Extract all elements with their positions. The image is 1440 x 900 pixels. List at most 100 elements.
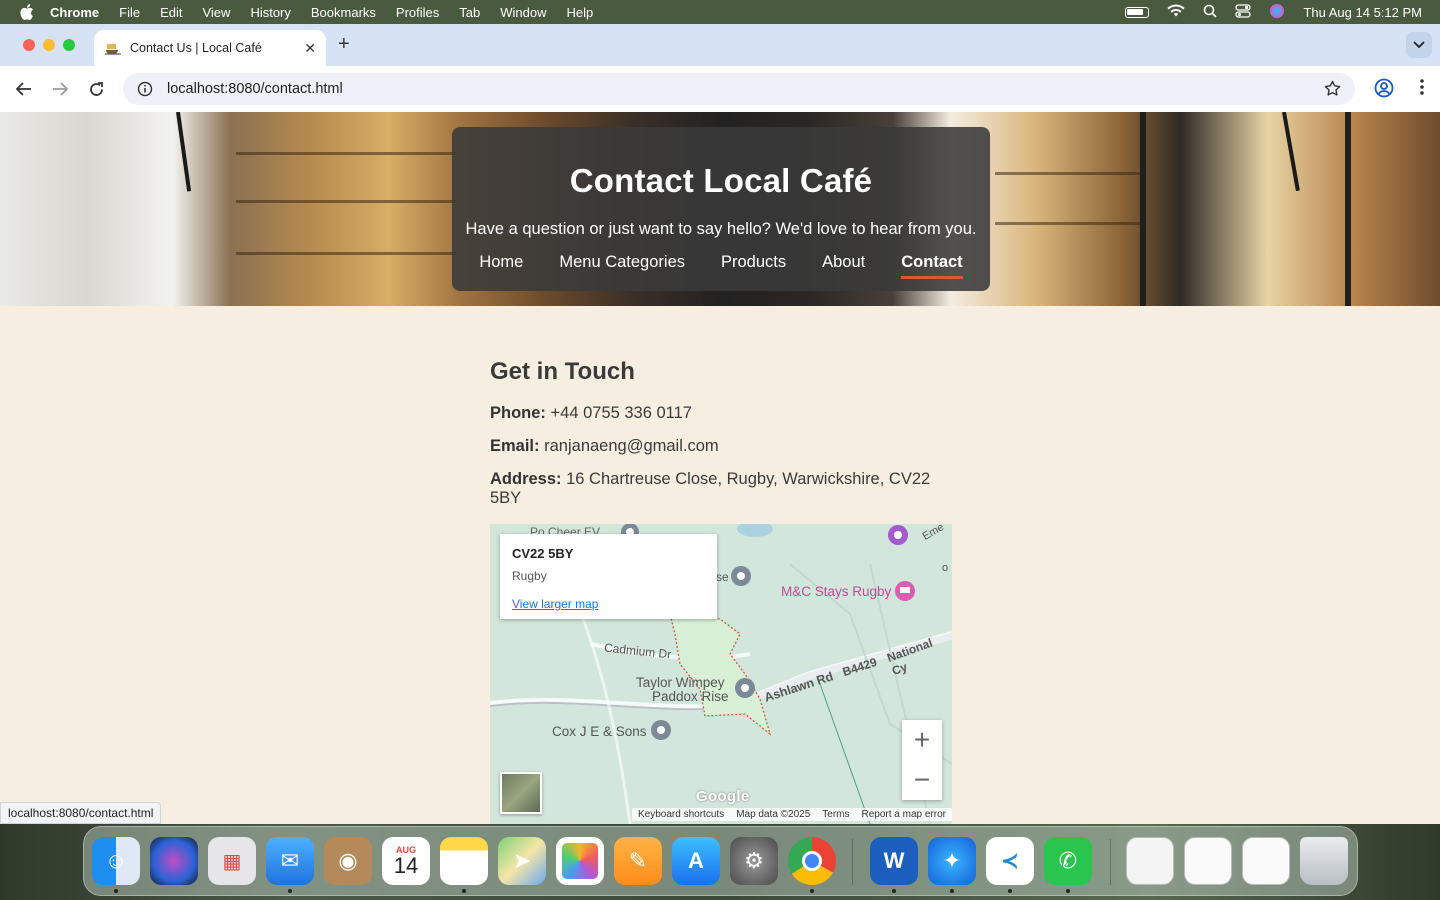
whatsapp-icon[interactable]: ✆ bbox=[1044, 837, 1092, 885]
menu-tab[interactable]: Tab bbox=[459, 5, 480, 20]
embedded-map[interactable]: Po Cheer EV se Eme o M&C Stays Rugby Cad… bbox=[490, 524, 952, 824]
shelf-decoration bbox=[236, 152, 456, 155]
menu-window[interactable]: Window bbox=[500, 5, 546, 20]
menu-help[interactable]: Help bbox=[567, 5, 594, 20]
menubar-clock[interactable]: Thu Aug 14 5:12 PM bbox=[1303, 5, 1422, 20]
safari-icon[interactable]: ✦ bbox=[928, 837, 976, 885]
hero-card: Contact Local Café Have a question or ju… bbox=[452, 127, 990, 291]
map-label-o: o bbox=[942, 562, 949, 574]
vscode-icon[interactable]: ≺ bbox=[986, 837, 1034, 885]
app-store-icon[interactable]: A bbox=[672, 837, 720, 885]
chrome-app-icon[interactable] bbox=[788, 837, 836, 885]
contacts-icon[interactable]: ◉ bbox=[324, 837, 372, 885]
map-label-stays: M&C Stays Rugby bbox=[781, 584, 892, 599]
map-attribution: Keyboard shortcuts Map data ©2025 Terms … bbox=[632, 808, 952, 821]
maximize-window-button[interactable] bbox=[63, 39, 75, 51]
view-larger-map-link[interactable]: View larger map bbox=[512, 597, 705, 611]
reload-icon[interactable] bbox=[85, 78, 107, 100]
awning-arm-decoration bbox=[1282, 112, 1300, 192]
running-indicator bbox=[114, 889, 118, 893]
map-label-taylor-wimpey: Taylor Wimpey bbox=[636, 675, 725, 690]
maps-icon[interactable]: ➤ bbox=[498, 837, 546, 885]
mail-icon[interactable]: ✉ bbox=[266, 837, 314, 885]
pages-icon[interactable]: ✎ bbox=[614, 837, 662, 885]
cafe-favicon-icon bbox=[104, 41, 122, 55]
spotlight-search-icon[interactable] bbox=[1203, 4, 1218, 21]
close-tab-icon[interactable]: ✕ bbox=[304, 40, 316, 57]
report-map-error-link[interactable]: Report a map error bbox=[862, 809, 946, 820]
window-frame-decoration bbox=[1345, 112, 1351, 306]
window-frame-decoration bbox=[1140, 112, 1146, 306]
site-info-icon[interactable] bbox=[137, 81, 153, 97]
address-bar[interactable]: localhost:8080/contact.html bbox=[123, 73, 1355, 105]
siri-app-icon[interactable] bbox=[150, 837, 198, 885]
apple-menu-icon[interactable] bbox=[18, 3, 36, 21]
terms-link[interactable]: Terms bbox=[822, 809, 849, 820]
map-zoom-out-button[interactable]: − bbox=[902, 760, 942, 800]
browser-toolbar: localhost:8080/contact.html bbox=[0, 66, 1440, 112]
browser-window: Contact Us | Local Café ✕ + localhost:80… bbox=[0, 24, 1440, 824]
menu-app-name[interactable]: Chrome bbox=[50, 5, 99, 20]
nav-contact-link[interactable]: Contact bbox=[901, 253, 963, 279]
wifi-icon[interactable] bbox=[1167, 4, 1186, 20]
running-indicator bbox=[462, 889, 466, 893]
section-heading: Get in Touch bbox=[490, 358, 635, 385]
word-icon[interactable]: W bbox=[870, 837, 918, 885]
running-indicator bbox=[1008, 889, 1012, 893]
profile-avatar-icon[interactable] bbox=[1374, 78, 1394, 103]
nav-home-link[interactable]: Home bbox=[479, 253, 523, 279]
system-settings-icon[interactable]: ⚙ bbox=[730, 837, 778, 885]
minimize-window-button[interactable] bbox=[43, 39, 55, 51]
notes-icon[interactable] bbox=[440, 837, 488, 885]
email-value: ranjanaeng@gmail.com bbox=[544, 437, 719, 455]
document-stack-icon[interactable] bbox=[1184, 837, 1232, 885]
contact-section: Get in Touch Phone: +44 0755 336 0117 Em… bbox=[490, 358, 952, 508]
nav-menu-categories-link[interactable]: Menu Categories bbox=[559, 253, 685, 279]
hero-banner: Contact Local Café Have a question or ju… bbox=[0, 112, 1440, 306]
files-stack-icon[interactable] bbox=[1242, 837, 1290, 885]
siri-icon[interactable] bbox=[1269, 3, 1285, 22]
map-info-card: CV22 5BY Rugby View larger map bbox=[500, 534, 717, 619]
map-label-cox: Cox J E & Sons bbox=[552, 724, 647, 739]
running-indicator bbox=[892, 889, 896, 893]
preview-document-icon[interactable] bbox=[1126, 837, 1174, 885]
menu-history[interactable]: History bbox=[250, 5, 290, 20]
control-center-icon[interactable] bbox=[1235, 3, 1252, 21]
finder-icon[interactable]: ☺ bbox=[92, 837, 140, 885]
new-tab-icon[interactable]: + bbox=[338, 33, 350, 56]
nav-about-link[interactable]: About bbox=[822, 253, 865, 279]
tab-search-chevron-icon[interactable] bbox=[1406, 32, 1432, 58]
calendar-icon[interactable]: AUG 14 bbox=[382, 837, 430, 885]
shelf-decoration bbox=[995, 172, 1145, 175]
nav-products-link[interactable]: Products bbox=[721, 253, 786, 279]
back-arrow-icon[interactable] bbox=[13, 78, 35, 100]
address-row: Address: 16 Chartreuse Close, Rugby, War… bbox=[490, 470, 952, 508]
menu-bookmarks[interactable]: Bookmarks bbox=[311, 5, 376, 20]
bookmark-star-icon[interactable] bbox=[1324, 80, 1341, 101]
map-zoom-in-button[interactable]: + bbox=[902, 720, 942, 760]
map-card-postcode: CV22 5BY bbox=[512, 546, 574, 561]
map-satellite-toggle[interactable] bbox=[500, 772, 542, 814]
battery-icon[interactable] bbox=[1125, 6, 1150, 18]
trash-icon[interactable] bbox=[1300, 837, 1348, 885]
photos-icon[interactable] bbox=[556, 837, 604, 885]
keyboard-shortcuts-link[interactable]: Keyboard shortcuts bbox=[638, 809, 724, 820]
shelf-decoration bbox=[995, 222, 1145, 225]
forward-arrow-icon[interactable] bbox=[49, 78, 71, 100]
menu-profiles[interactable]: Profiles bbox=[396, 5, 439, 20]
launchpad-icon[interactable]: ▦ bbox=[208, 837, 256, 885]
browser-tab-active[interactable]: Contact Us | Local Café ✕ bbox=[94, 30, 326, 66]
shelf-decoration bbox=[236, 252, 456, 255]
menu-edit[interactable]: Edit bbox=[160, 5, 182, 20]
url-text[interactable]: localhost:8080/contact.html bbox=[167, 81, 343, 97]
email-row: Email: ranjanaeng@gmail.com bbox=[490, 437, 952, 456]
menu-file[interactable]: File bbox=[119, 5, 140, 20]
phone-row: Phone: +44 0755 336 0117 bbox=[490, 404, 952, 423]
calendar-day: 14 bbox=[393, 853, 419, 878]
close-window-button[interactable] bbox=[23, 39, 35, 51]
running-indicator bbox=[810, 889, 814, 893]
chrome-menu-icon[interactable] bbox=[1420, 78, 1424, 101]
map-card-town: Rugby bbox=[512, 569, 547, 583]
menu-view[interactable]: View bbox=[202, 5, 230, 20]
page-viewport: Contact Local Café Have a question or ju… bbox=[0, 112, 1440, 824]
